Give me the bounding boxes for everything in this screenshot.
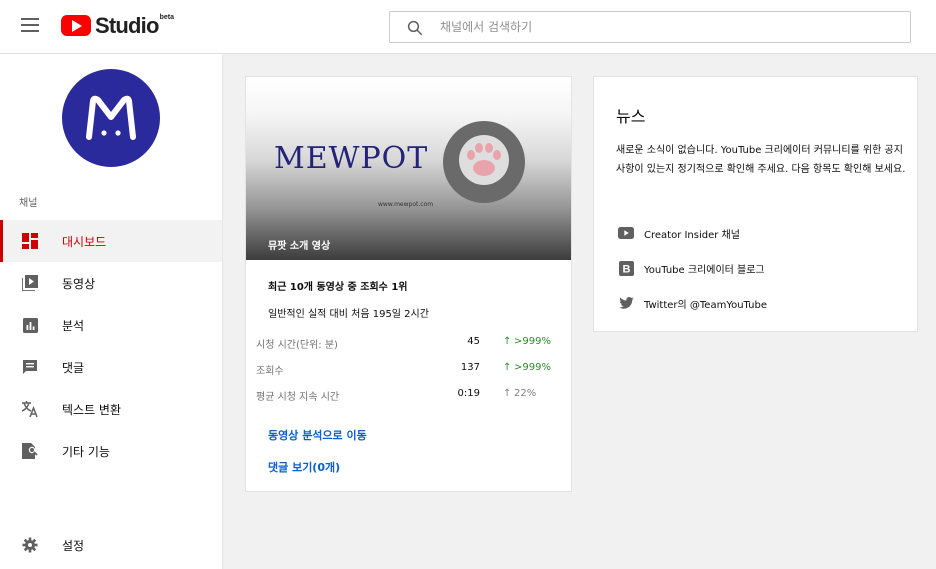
sidebar-item-label: 기타 기능 bbox=[62, 444, 110, 459]
sidebar-settings: 설정 bbox=[0, 524, 222, 566]
thumbnail-url-text: www.mewpot.com bbox=[378, 201, 434, 208]
sidebar-item-transcriptions[interactable]: 텍스트 변환 bbox=[0, 388, 222, 430]
stat-row: 시청 시간(단위: 분) 45 ↑ >999% bbox=[256, 336, 556, 351]
video-icon bbox=[20, 273, 40, 293]
logo-text: Studio bbox=[95, 13, 159, 38]
sidebar-item-dashboard[interactable]: 대시보드 bbox=[0, 220, 222, 262]
svg-text:B: B bbox=[622, 263, 630, 275]
comments-icon bbox=[20, 357, 40, 377]
channel-section-label: 채널 bbox=[19, 198, 38, 209]
sidebar: 채널 대시보드 동영상 분석 댓글 텍스트 변환 기타 기능 설정 bbox=[0, 54, 223, 569]
creator-insider-link[interactable]: Creator Insider 채널 bbox=[617, 224, 740, 242]
twitter-link[interactable]: Twitter의 @TeamYouTube bbox=[617, 294, 767, 312]
youtube-play-icon bbox=[61, 15, 91, 36]
video-subline: 일반적인 실적 대비 처음 195일 2시간 bbox=[268, 309, 429, 320]
creator-blog-link[interactable]: B YouTube 크리에이터 블로그 bbox=[617, 259, 765, 277]
stat-value: 137 bbox=[460, 362, 480, 373]
arrow-up-icon: ↑ bbox=[503, 336, 512, 347]
paw-icon bbox=[459, 135, 509, 185]
news-card: 뉴스 새로운 소식이 없습니다. YouTube 크리에이터 커뮤니티를 위한 … bbox=[593, 76, 918, 332]
news-link-label: YouTube 크리에이터 블로그 bbox=[644, 264, 765, 276]
avatar-m-icon bbox=[86, 95, 136, 140]
news-link-label: Twitter의 @TeamYouTube bbox=[644, 299, 767, 311]
other-features-icon bbox=[20, 441, 40, 461]
sidebar-item-other-features[interactable]: 기타 기능 bbox=[0, 430, 222, 472]
sidebar-item-label: 대시보드 bbox=[62, 234, 107, 249]
sidebar-item-comments[interactable]: 댓글 bbox=[0, 346, 222, 388]
paw-logo bbox=[443, 121, 525, 203]
blogger-icon: B bbox=[617, 259, 635, 277]
stat-label: 시청 시간(단위: 분) bbox=[256, 340, 338, 351]
stat-value: 45 bbox=[467, 336, 480, 347]
dashboard-icon bbox=[20, 231, 40, 251]
search-icon[interactable] bbox=[406, 19, 424, 37]
news-title: 뉴스 bbox=[616, 107, 646, 126]
sidebar-item-label: 동영상 bbox=[62, 276, 96, 291]
sidebar-item-label: 댓글 bbox=[62, 360, 85, 375]
studio-logo[interactable]: Studio beta bbox=[61, 12, 174, 40]
sidebar-item-analytics[interactable]: 분석 bbox=[0, 304, 222, 346]
beta-badge: beta bbox=[159, 14, 175, 21]
stat-row: 조회수 137 ↑ >999% bbox=[256, 362, 556, 377]
stat-change: 22% bbox=[514, 388, 537, 399]
channel-avatar[interactable] bbox=[62, 69, 160, 167]
stat-value: 0:19 bbox=[457, 388, 480, 399]
sidebar-item-settings[interactable]: 설정 bbox=[0, 524, 222, 566]
stat-label: 평균 시청 지속 시간 bbox=[256, 392, 340, 403]
stat-change: >999% bbox=[514, 362, 551, 373]
sidebar-item-label: 분석 bbox=[62, 318, 85, 333]
video-thumbnail[interactable]: MEWPOT www.mewpot.com 뮤팟 소개 영상 bbox=[246, 77, 571, 260]
search-box[interactable] bbox=[389, 11, 911, 43]
view-comments-link[interactable]: 댓글 보기(0개) bbox=[268, 459, 340, 475]
thumbnail-brand: MEWPOT bbox=[274, 141, 429, 176]
stat-change: >999% bbox=[514, 336, 551, 347]
video-analytics-link[interactable]: 동영상 분석으로 이동 bbox=[268, 427, 367, 443]
twitter-icon bbox=[617, 294, 635, 312]
search-input[interactable] bbox=[440, 12, 890, 42]
top-bar: Studio beta bbox=[0, 0, 936, 54]
menu-icon[interactable] bbox=[21, 18, 39, 32]
sidebar-item-label: 텍스트 변환 bbox=[62, 402, 122, 417]
arrow-up-icon: ↑ bbox=[503, 388, 512, 399]
analytics-icon bbox=[20, 315, 40, 335]
news-body: 새로운 소식이 없습니다. YouTube 크리에이터 커뮤니티를 위한 공지사… bbox=[616, 145, 906, 175]
translate-icon bbox=[20, 399, 40, 419]
gear-icon bbox=[20, 535, 40, 555]
sidebar-item-videos[interactable]: 동영상 bbox=[0, 262, 222, 304]
stat-label: 조회수 bbox=[256, 366, 284, 377]
video-headline: 최근 10개 동영상 중 조회수 1위 bbox=[268, 282, 408, 293]
video-title: 뮤팟 소개 영상 bbox=[268, 241, 331, 252]
arrow-up-icon: ↑ bbox=[503, 362, 512, 373]
sidebar-nav: 대시보드 동영상 분석 댓글 텍스트 변환 기타 기능 bbox=[0, 220, 222, 472]
youtube-icon bbox=[617, 224, 635, 242]
news-link-label: Creator Insider 채널 bbox=[644, 229, 740, 241]
stat-row: 평균 시청 지속 시간 0:19 ↑ 22% bbox=[256, 388, 556, 403]
top-video-card: MEWPOT www.mewpot.com 뮤팟 소개 영상 최근 10개 동영… bbox=[245, 76, 572, 492]
settings-label: 설정 bbox=[62, 538, 85, 553]
